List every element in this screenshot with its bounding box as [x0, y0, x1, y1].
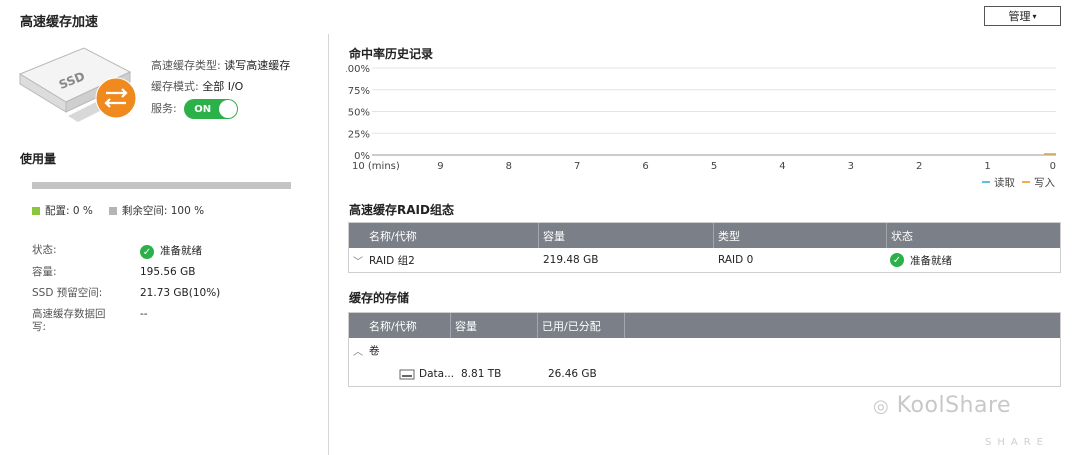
manage-button-label: 管理 [1008, 10, 1031, 23]
status-label: 状态: [32, 244, 57, 256]
writeback-value: -- [140, 308, 148, 320]
check-icon: ✓ [890, 253, 904, 267]
legend-label: 写入 [1034, 177, 1056, 189]
storage-col-used[interactable]: 已用/已分配 [538, 313, 625, 338]
wechat-icon: ◎ [873, 396, 890, 417]
service-toggle-label: ON [194, 103, 212, 115]
raid-col-status[interactable]: 状态 [887, 223, 1060, 248]
collapse-chevron-icon[interactable]: ︿ [353, 343, 369, 358]
raid-col-capacity[interactable]: 容量 [539, 223, 714, 248]
cache-details: 状态: ✓ 准备就绪 容量: 195.56 GB SSD 预留空间: 21.73 … [32, 244, 220, 339]
storage-table: 名称/代称 容量 已用/已分配 ︿ 卷 Data... 8.81 TB 26.4… [348, 312, 1061, 387]
raid-row-name: RAID 组2 [369, 254, 415, 267]
cache-type-value: 读写高速缓存 [224, 59, 291, 72]
raid-row[interactable]: ﹀ RAID 组2 219.48 GB RAID 0 ✓ 准备就绪 [349, 248, 1060, 272]
x-tick-label: 5 [711, 161, 717, 172]
toggle-knob [219, 100, 238, 118]
page-title: 高速缓存加速 [20, 15, 99, 30]
x-tick-label: 2 [916, 161, 922, 172]
cache-mode-value: 全部 I/O [202, 80, 244, 93]
usage-bar [32, 182, 291, 189]
usage-title: 使用量 [20, 152, 57, 166]
storage-group-name: 卷 [369, 344, 380, 357]
storage-col-capacity[interactable]: 容量 [451, 313, 538, 338]
storage-group-row[interactable]: ︿ 卷 [349, 338, 1060, 362]
watermark-sub: SHARE [985, 437, 1049, 448]
watermark: ◎ KoolShare [873, 393, 1011, 418]
chevron-down-icon: ▾ [1032, 11, 1037, 21]
status-value: 准备就绪 [160, 245, 202, 257]
cache-type-label: 高速缓存类型: [151, 59, 221, 72]
raid-row-capacity: 219.48 GB [543, 254, 599, 266]
free-swatch [108, 206, 117, 215]
storage-col-name[interactable]: 名称/代称 [349, 313, 451, 338]
check-icon: ✓ [140, 245, 154, 259]
storage-row-used: 26.46 GB [548, 368, 597, 380]
raid-table-header: 名称/代称 容量 类型 状态 [349, 223, 1060, 248]
ssd-icon: SSD [18, 47, 137, 122]
x-tick-label: 1 [984, 161, 990, 172]
x-tick-label: 8 [506, 161, 512, 172]
hit-rate-chart-svg: 0%25%50%75%100%10 (mins)9876543210读取写入 [341, 64, 1056, 189]
x-tick-label: 7 [574, 161, 580, 172]
reserved-label: SSD 预留空间: [32, 287, 103, 299]
capacity-label: 容量: [32, 266, 57, 278]
raid-table: 名称/代称 容量 类型 状态 ﹀ RAID 组2 219.48 GB RAID … [348, 222, 1061, 273]
raid-title: 高速缓存RAID组态 [349, 203, 454, 217]
storage-row-name: Data... [419, 368, 455, 380]
allocated-swatch [32, 206, 40, 215]
x-tick-label: 9 [437, 161, 443, 172]
volume-icon [399, 369, 415, 380]
usage-legend: 配置: 0 % 剩余空间: 100 % [32, 203, 204, 218]
storage-title: 缓存的存储 [349, 291, 410, 305]
hit-rate-chart: 0%25%50%75%100%10 (mins)9876543210读取写入 [341, 60, 1066, 190]
reserved-value: 21.73 GB(10%) [140, 287, 221, 299]
y-tick-label: 75% [348, 86, 370, 97]
storage-col-spacer [625, 313, 1060, 338]
storage-table-header: 名称/代称 容量 已用/已分配 [349, 313, 1060, 338]
raid-col-type[interactable]: 类型 [714, 223, 887, 248]
panel-divider [328, 34, 329, 455]
raid-col-name[interactable]: 名称/代称 [349, 223, 539, 248]
x-tick-label: 3 [848, 161, 854, 172]
manage-button[interactable]: 管理 ▾ [984, 6, 1061, 26]
y-tick-label: 100% [346, 64, 370, 75]
allocated-label: 配置: 0 % [45, 205, 93, 217]
service-label: 服务: [151, 102, 177, 115]
free-label: 剩余空间: 100 % [121, 205, 205, 217]
storage-row[interactable]: Data... 8.81 TB 26.46 GB [349, 362, 1060, 386]
cache-mode-label: 缓存模式: [151, 80, 199, 93]
y-tick-label: 50% [348, 108, 370, 119]
storage-row-capacity: 8.81 TB [461, 368, 502, 380]
raid-row-type: RAID 0 [718, 254, 754, 266]
legend-label: 读取 [994, 176, 1015, 189]
capacity-value: 195.56 GB [140, 266, 196, 278]
cache-info: 高速缓存类型: 读写高速缓存 缓存模式: 全部 I/O 服务: ON [151, 55, 290, 119]
expand-chevron-icon[interactable]: ﹀ [353, 253, 369, 268]
watermark-text: KoolShare [896, 393, 1012, 418]
x-tick-label: 10 (mins) [352, 161, 400, 172]
service-toggle[interactable]: ON [184, 99, 239, 119]
y-tick-label: 25% [348, 129, 370, 140]
writeback-label: 高速缓存数据回写: [32, 308, 106, 333]
x-tick-label: 4 [779, 161, 785, 172]
x-tick-label: 0 [1050, 161, 1056, 172]
raid-row-status: 准备就绪 [910, 254, 952, 267]
x-tick-label: 6 [642, 161, 648, 172]
